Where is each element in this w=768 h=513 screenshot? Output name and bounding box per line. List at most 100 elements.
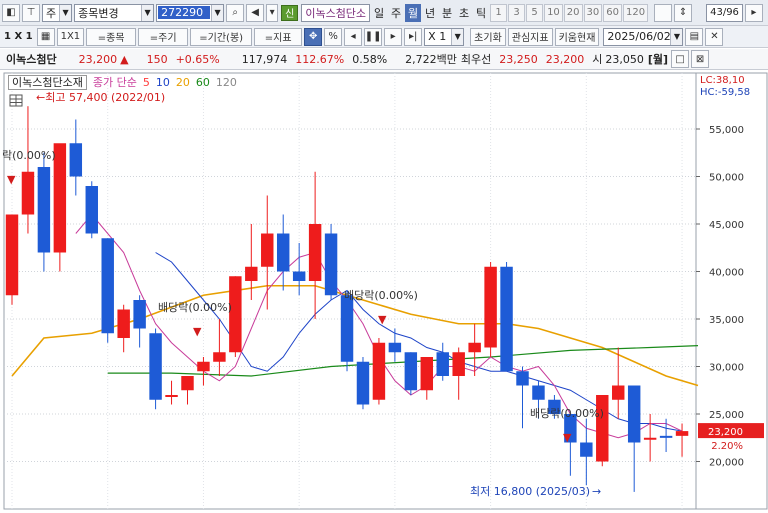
- period-tick[interactable]: 틱: [473, 4, 489, 22]
- candle-body: [404, 352, 418, 391]
- trade-amount: 2,722백만: [405, 53, 457, 66]
- legend-ma10: 10: [155, 75, 170, 89]
- legend-ma60: 60: [195, 75, 210, 89]
- chevron-down-icon: ▼: [451, 28, 464, 45]
- speaker-icon[interactable]: ◀: [246, 3, 265, 22]
- dividend-label: 배당락(0.00%): [344, 289, 418, 302]
- close-icon[interactable]: ✕: [705, 27, 724, 46]
- zoom-select[interactable]: X 1 ▼: [424, 27, 465, 46]
- next-icon[interactable]: ▸: [384, 27, 403, 46]
- prev-icon[interactable]: ◂: [344, 27, 363, 46]
- pause-icon[interactable]: ❚❚: [364, 27, 383, 46]
- dividend-arrow-icon: ▼: [563, 431, 572, 444]
- legend-ma5: 5: [142, 75, 150, 89]
- crosshair-icon[interactable]: ✥: [304, 27, 323, 46]
- stock-short-name: 이녹스첨단: [6, 53, 57, 66]
- candle-body: [643, 437, 657, 440]
- market-select-value: 주: [46, 6, 57, 20]
- layout-1x1-button[interactable]: 1X1: [56, 27, 85, 46]
- y-tick-label: 55,000: [709, 125, 744, 136]
- interval-1[interactable]: 1: [490, 3, 508, 22]
- candle-body: [420, 357, 434, 391]
- period-year[interactable]: 년: [422, 4, 438, 22]
- period-day[interactable]: 일: [371, 4, 387, 22]
- candle-body: [213, 352, 226, 362]
- candle-body: [5, 214, 19, 296]
- candle-body: [612, 385, 625, 400]
- interval-20[interactable]: 20: [563, 3, 583, 22]
- candle-body: [532, 385, 545, 400]
- current-pct-label: 2.20%: [711, 441, 743, 452]
- price-chart[interactable]: 55,000 50,000 45,000 40,000 35,000 30,000 25,0…: [0, 71, 768, 513]
- up-arrow-icon: ▲: [120, 52, 129, 66]
- candle-body: [229, 276, 242, 353]
- interval-60[interactable]: 60: [603, 3, 622, 22]
- interval-120[interactable]: 120: [623, 3, 649, 22]
- candle-body: [292, 271, 306, 281]
- page-indicator: 43/96: [706, 3, 743, 22]
- chevron-down-icon: ▼: [141, 4, 154, 21]
- sync-range-button[interactable]: =기간(봉): [190, 27, 253, 46]
- sync-period-button[interactable]: =주기: [138, 27, 189, 46]
- candle-body: [324, 233, 338, 296]
- dividend-arrow-icon: ▼: [378, 313, 387, 326]
- candle-body: [101, 238, 114, 334]
- interval-30[interactable]: 30: [583, 3, 603, 22]
- grid-icon[interactable]: ▦: [36, 27, 55, 46]
- candle-body: [340, 295, 354, 362]
- date-select[interactable]: 2025/06/02 ▼: [603, 27, 684, 46]
- period-second[interactable]: 초: [456, 4, 472, 22]
- pin-icon[interactable]: ⊤: [22, 3, 40, 22]
- stock-search-select[interactable]: 종목변경 ▼: [74, 3, 155, 22]
- chevron-right-icon[interactable]: ▸: [744, 3, 763, 22]
- best-bid: 23,200: [545, 52, 585, 66]
- candle-body: [675, 431, 689, 436]
- interest-indicator-button[interactable]: 관심지표: [507, 27, 553, 46]
- kiwoom-current-button[interactable]: 키움현재: [554, 27, 600, 46]
- dividend-arrow-icon: ▼: [193, 325, 202, 338]
- candle-body: [436, 352, 449, 376]
- stock-code-input[interactable]: 272290 ▼: [156, 3, 225, 22]
- search-icon[interactable]: ⌕: [226, 3, 245, 22]
- y-tick-label: 50,000: [709, 173, 744, 184]
- open-label: 시: [592, 53, 603, 66]
- interval-input[interactable]: [654, 3, 673, 22]
- period-week[interactable]: 주: [388, 4, 404, 22]
- candle-body: [21, 171, 35, 215]
- volume-ratio: 112.67%: [295, 52, 345, 66]
- calendar-icon[interactable]: ▤: [685, 27, 704, 46]
- best-ask: 23,250: [499, 52, 538, 66]
- period-minute[interactable]: 분: [439, 4, 455, 22]
- main-toolbar: ◧ ⊤ 주 ▼ 종목변경 ▼ 272290 ▼ ⌕ ◀ ▾ 신 이녹스첨단소 일 주 …: [0, 0, 768, 26]
- market-select[interactable]: 주 ▼: [42, 3, 73, 22]
- percent-button[interactable]: %: [324, 27, 343, 46]
- window-icon[interactable]: ◧: [2, 3, 20, 22]
- sync-indicator-button[interactable]: =지표: [254, 27, 303, 46]
- period-month[interactable]: 월: [405, 3, 422, 22]
- spin-icon[interactable]: ⇕: [674, 3, 693, 22]
- dividend-label: 배당락(0.00%): [158, 301, 232, 314]
- legend-ma20: 20: [175, 75, 190, 89]
- candle-body: [308, 224, 322, 281]
- sync-stock-button[interactable]: =종목: [86, 27, 137, 46]
- period-tag: [월]: [647, 53, 669, 66]
- best-bid-label: 최우선: [460, 53, 492, 66]
- reset-button[interactable]: 초기화: [470, 27, 506, 46]
- candle-body: [245, 266, 258, 281]
- dividend-arrow-icon: ▼: [7, 173, 16, 186]
- stock-search-label: 종목변경: [78, 6, 119, 20]
- close-icon[interactable]: ⊠: [691, 50, 710, 68]
- candlestick-chart[interactable]: 55,000 50,000 45,000 40,000 35,000 30,000 25,0…: [0, 71, 768, 513]
- last-icon[interactable]: ▸|: [404, 27, 423, 46]
- y-tick-label: 35,000: [709, 315, 744, 326]
- interval-10[interactable]: 10: [544, 3, 563, 22]
- y-tick-label: 20,000: [709, 458, 744, 469]
- restore-icon[interactable]: □: [671, 50, 690, 68]
- price-change: 150: [146, 52, 168, 66]
- quote-infobar: 이녹스첨단 23,200 ▲ 150 +0.65% 117,974 112.67…: [0, 49, 768, 70]
- interval-3[interactable]: 3: [508, 3, 526, 22]
- interval-5[interactable]: 5: [526, 3, 544, 22]
- dropdown-arrow-icon[interactable]: ▾: [266, 3, 279, 22]
- candle-body: [261, 233, 274, 267]
- legend-title: 이녹스첨단소재: [8, 74, 87, 90]
